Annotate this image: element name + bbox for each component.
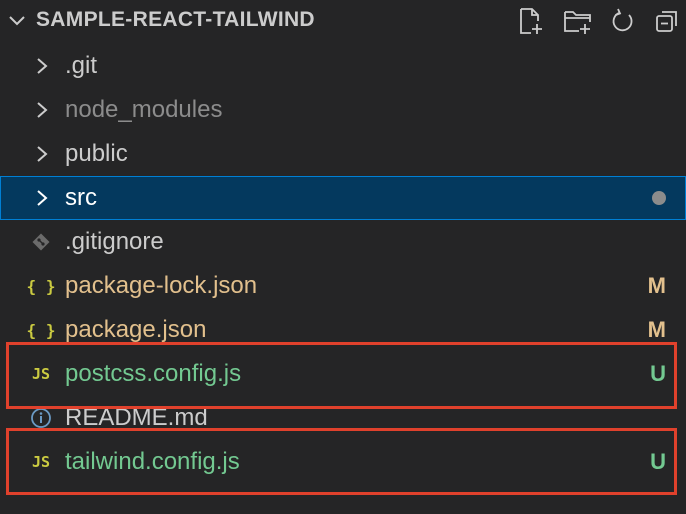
new-folder-icon[interactable] [561, 4, 595, 38]
chevron-right-icon[interactable] [34, 188, 50, 208]
tree-item-label: .gitignore [65, 228, 164, 255]
tree-item-readme-md[interactable]: README.md [0, 396, 686, 440]
javascript-icon: JS [31, 365, 51, 383]
tree-item-gitignore-file[interactable]: .gitignore [0, 220, 686, 264]
tree-item-label: README.md [65, 404, 208, 431]
tree-item-label: public [65, 140, 128, 167]
git-status-badge: M [647, 273, 666, 298]
tree-item-label: tailwind.config.js [65, 448, 240, 475]
modified-dot [652, 191, 666, 205]
javascript-icon: JS [31, 453, 51, 471]
tree-item-label: package-lock.json [65, 272, 258, 299]
tree-item-label: src [65, 184, 97, 211]
tree-item-git-folder[interactable]: .git [0, 44, 686, 88]
explorer-title: SAMPLE-REACT-TAILWIND [36, 8, 315, 31]
json-icon: { } [26, 276, 56, 296]
tree-item-package-json[interactable]: { } package.json M [0, 308, 686, 352]
chevron-down-icon[interactable] [6, 10, 28, 32]
collapse-all-icon[interactable] [650, 4, 684, 38]
chevron-right-icon[interactable] [34, 56, 50, 76]
file-tree: .git node_modules public src .gitignore … [0, 44, 686, 484]
tree-item-public-folder[interactable]: public [0, 132, 686, 176]
explorer-header[interactable]: SAMPLE-REACT-TAILWIND [0, 0, 686, 42]
tree-item-tailwind-config-js[interactable]: JS tailwind.config.js U [0, 440, 686, 484]
chevron-right-icon[interactable] [34, 100, 50, 120]
chevron-right-icon[interactable] [34, 144, 50, 164]
tree-item-label: package.json [65, 316, 207, 343]
git-status-badge: U [650, 449, 666, 474]
info-icon [26, 396, 56, 440]
git-status-badge: U [650, 361, 666, 386]
git-status-badge: M [647, 317, 666, 342]
tree-item-label: node_modules [65, 96, 223, 123]
file-explorer: SAMPLE-REACT-TAILWIND .git node_modules … [0, 0, 686, 514]
json-icon: { } [26, 320, 56, 340]
tree-item-src-folder[interactable]: src [0, 176, 686, 220]
tree-item-postcss-config-js[interactable]: JS postcss.config.js U [0, 352, 686, 396]
tree-item-label: postcss.config.js [65, 360, 242, 387]
tree-item-package-lock-json[interactable]: { } package-lock.json M [0, 264, 686, 308]
tree-item-label: .git [65, 52, 98, 79]
new-file-icon[interactable] [514, 4, 548, 38]
git-icon [26, 220, 56, 264]
tree-item-node-modules-folder[interactable]: node_modules [0, 88, 686, 132]
refresh-icon[interactable] [606, 4, 640, 38]
